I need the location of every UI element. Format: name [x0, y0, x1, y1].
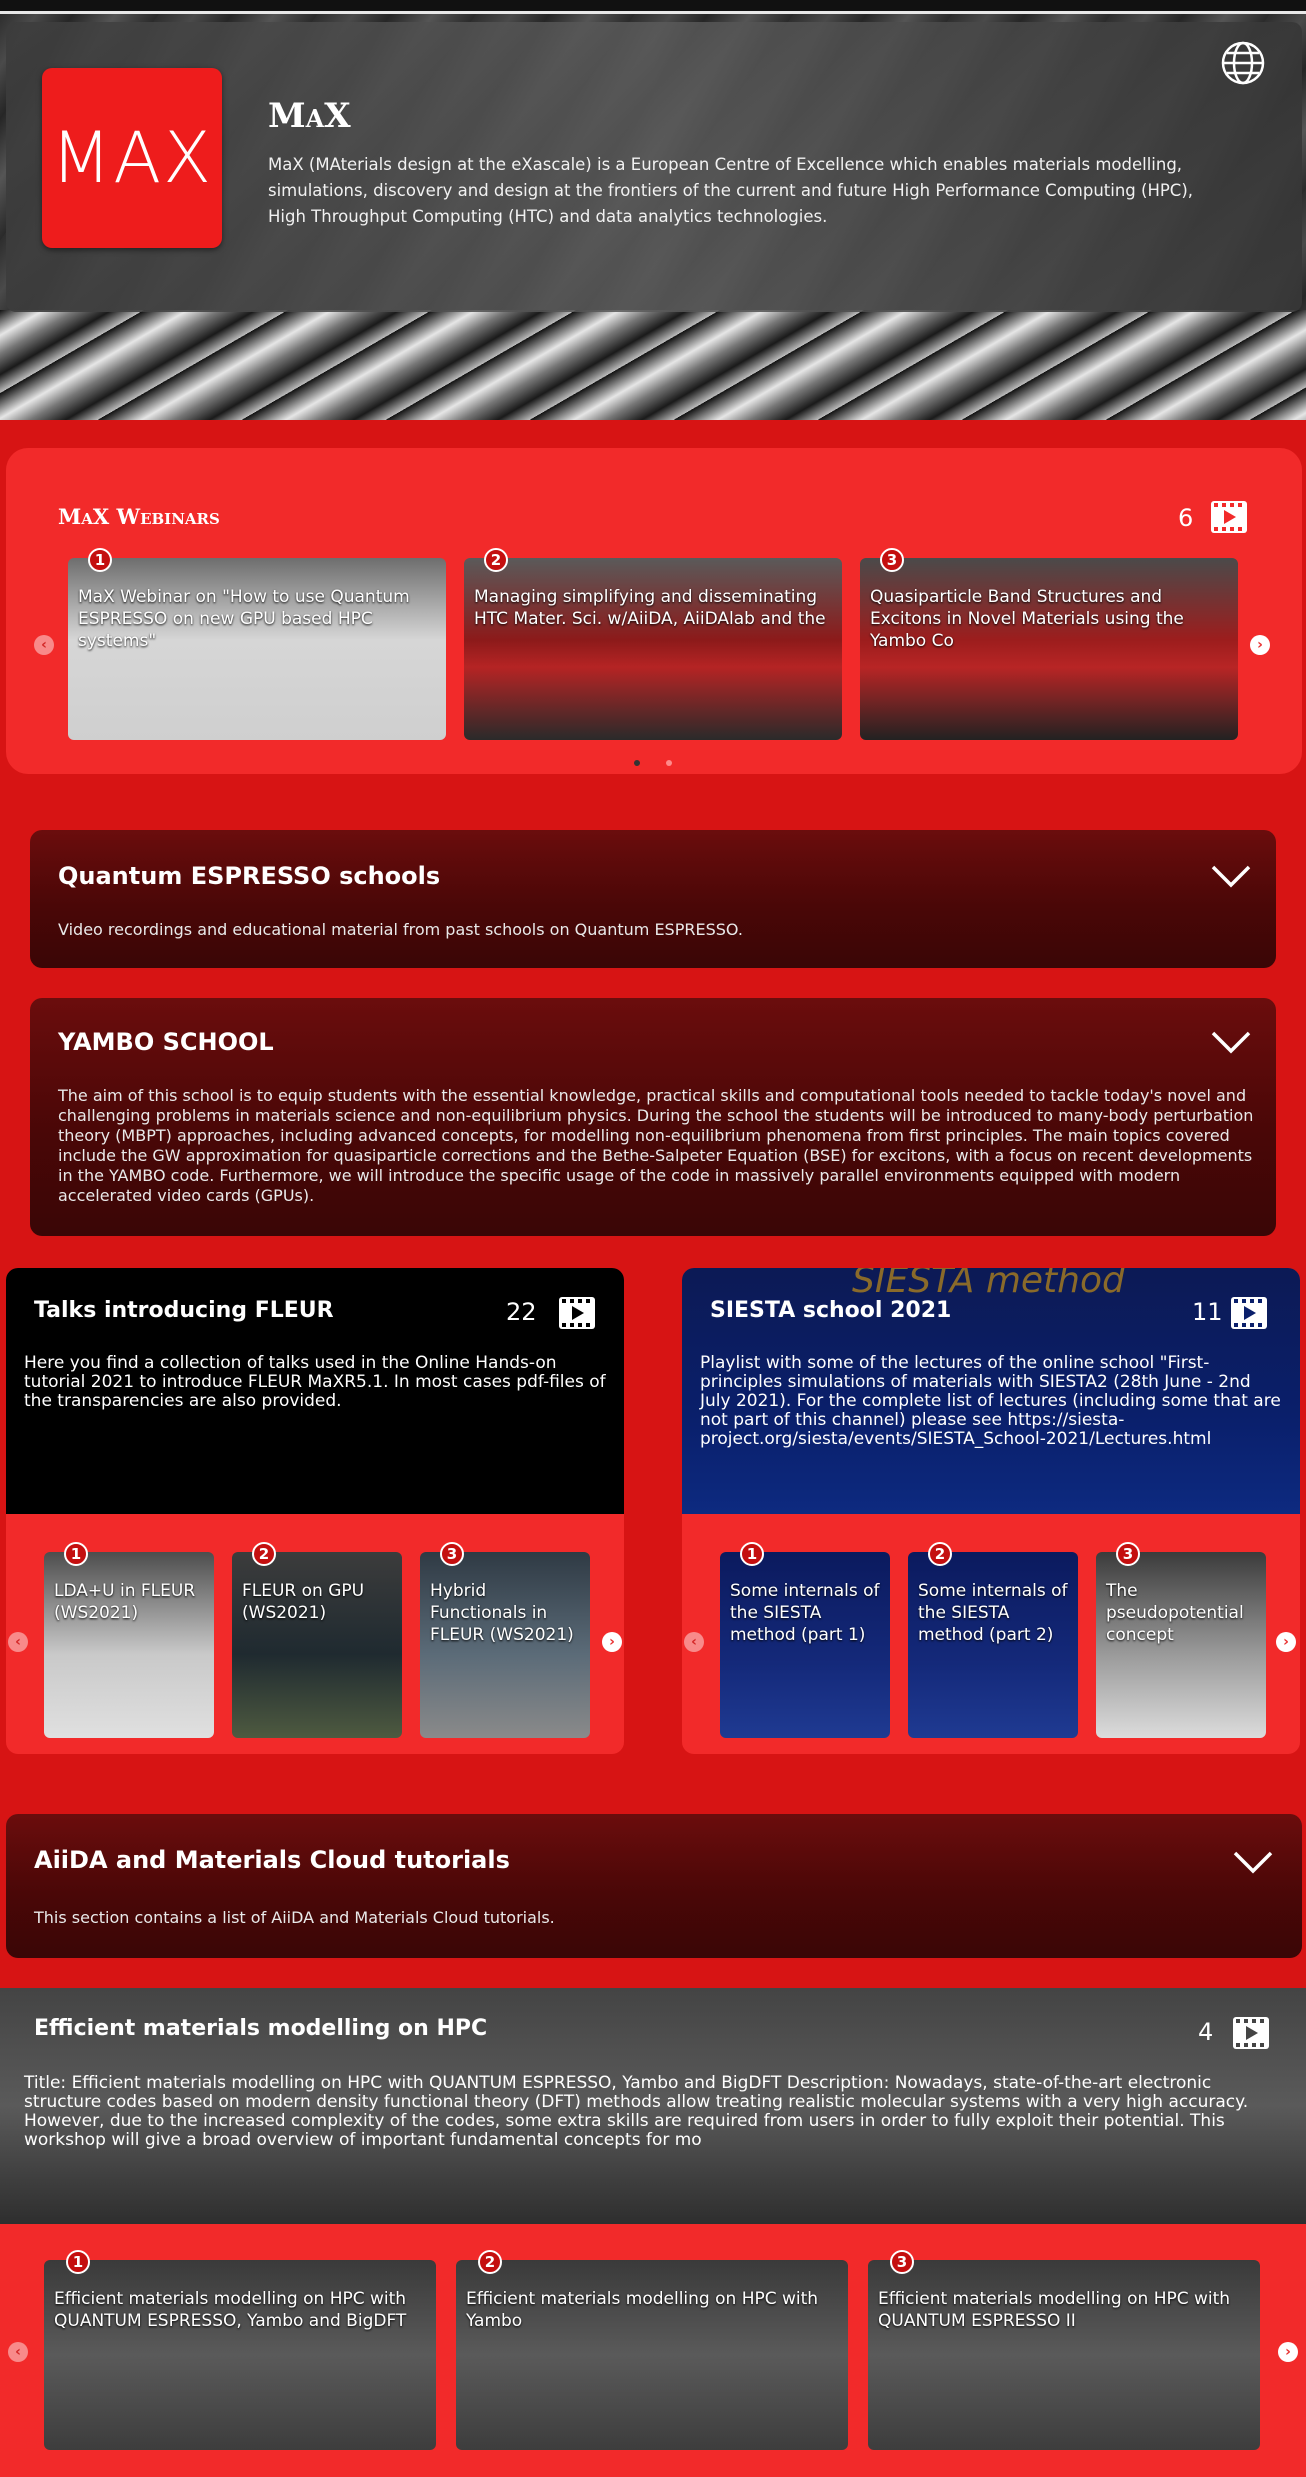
globe-icon[interactable] — [1220, 40, 1266, 86]
hpc-videos-carousel: ‹ › Efficient materials modelling on HPC… — [0, 2224, 1306, 2477]
channel-title: MaX — [268, 96, 351, 136]
chevron-down-icon[interactable] — [1210, 1030, 1252, 1054]
fleur-description: Here you find a collection of talks used… — [24, 1353, 606, 1411]
siesta-banner-text: SIESTA method — [852, 1268, 1125, 1301]
video-playlist-icon[interactable] — [1232, 2016, 1270, 2050]
carousel-prev-button[interactable]: ‹ — [8, 2342, 28, 2362]
channel-logo[interactable]: MAX — [42, 68, 222, 248]
video-index-badge: 2 — [252, 1542, 276, 1566]
video-card[interactable]: Efficient materials modelling on HPC wit… — [456, 2260, 848, 2450]
video-card[interactable]: Efficient materials modelling on HPC wit… — [868, 2260, 1260, 2450]
video-title: Efficient materials modelling on HPC wit… — [54, 2289, 407, 2331]
video-index-badge: 3 — [440, 1542, 464, 1566]
chevron-down-icon[interactable] — [1210, 864, 1252, 888]
carousel-next-button[interactable]: › — [1276, 1632, 1296, 1652]
video-title: The pseudopotential concept — [1106, 1581, 1244, 1645]
fleur-title: Talks introducing FLEUR — [34, 1298, 334, 1323]
video-title: Hybrid Functionals in FLEUR (WS2021) — [430, 1581, 574, 1645]
webinars-video-count: 6 — [1178, 504, 1194, 532]
top-bar — [0, 0, 1306, 14]
video-card[interactable]: FLEUR on GPU (WS2021) — [232, 1552, 402, 1738]
video-card[interactable]: Some internals of the SIESTA method (par… — [720, 1552, 890, 1738]
yambo-school-description: The aim of this school is to equip stude… — [58, 1086, 1254, 1205]
video-index-badge: 3 — [890, 2250, 914, 2274]
video-card[interactable]: Efficient materials modelling on HPC wit… — [44, 2260, 436, 2450]
siesta-section: SIESTA method SIESTA school 2021 11 Play… — [682, 1268, 1300, 1754]
video-index-badge: 1 — [66, 2250, 90, 2274]
channel-description: MaX (MAterials design at the eXascale) i… — [268, 155, 1194, 226]
video-card[interactable]: The pseudopotential concept — [1096, 1552, 1266, 1738]
carousel-next-button[interactable]: › — [1250, 635, 1270, 655]
qe-schools-description: Video recordings and educational materia… — [58, 920, 743, 939]
carousel-prev-button[interactable]: ‹ — [684, 1632, 704, 1652]
video-card[interactable]: MaX Webinar on "How to use Quantum ESPRE… — [68, 558, 446, 740]
logo-text: MAX — [50, 117, 214, 199]
video-index-badge: 1 — [88, 548, 112, 572]
video-title: Some internals of the SIESTA method (par… — [730, 1581, 880, 1645]
video-title: Efficient materials modelling on HPC wit… — [466, 2289, 819, 2331]
siesta-description: Playlist with some of the lectures of th… — [700, 1353, 1281, 1449]
video-index-badge: 1 — [64, 1542, 88, 1566]
hpc-video-count: 4 — [1198, 2018, 1214, 2046]
hpc-description: Title: Efficient materials modelling on … — [24, 2073, 1249, 2150]
video-playlist-icon[interactable] — [1210, 500, 1248, 534]
video-playlist-icon[interactable] — [558, 1296, 596, 1330]
carousel-prev-button[interactable]: ‹ — [8, 1632, 28, 1652]
carousel-page-dot[interactable] — [666, 760, 672, 766]
webinars-section: MaX Webinars 6 ‹ › MaX Webinar on "How t… — [6, 448, 1302, 774]
video-index-badge: 2 — [478, 2250, 502, 2274]
carousel-next-button[interactable]: › — [602, 1632, 622, 1652]
qe-schools-title: Quantum ESPRESSO schools — [58, 862, 441, 890]
siesta-video-count: 11 — [1192, 1298, 1223, 1326]
video-index-badge: 1 — [740, 1542, 764, 1566]
header-banner-image — [0, 310, 1306, 420]
video-index-badge: 3 — [1116, 1542, 1140, 1566]
chevron-down-icon[interactable] — [1232, 1850, 1274, 1874]
carousel-next-button[interactable]: › — [1278, 2342, 1298, 2362]
aiida-title: AiiDA and Materials Cloud tutorials — [34, 1846, 510, 1874]
video-title: Managing simplifying and disseminating H… — [474, 587, 826, 629]
carousel-prev-button[interactable]: ‹ — [34, 635, 54, 655]
yambo-school-title: YAMBO SCHOOL — [58, 1028, 274, 1056]
video-title: FLEUR on GPU (WS2021) — [242, 1581, 365, 1623]
video-card[interactable]: Managing simplifying and disseminating H… — [464, 558, 842, 740]
qe-schools-section[interactable]: Quantum ESPRESSO schools Video recording… — [30, 830, 1276, 968]
aiida-section[interactable]: AiiDA and Materials Cloud tutorials This… — [6, 1814, 1302, 1958]
video-title: Quasiparticle Band Structures and Excito… — [870, 587, 1184, 651]
yambo-school-section[interactable]: YAMBO SCHOOL The aim of this school is t… — [30, 998, 1276, 1236]
video-title: LDA+U in FLEUR (WS2021) — [54, 1581, 196, 1623]
video-card[interactable]: LDA+U in FLEUR (WS2021) — [44, 1552, 214, 1738]
hpc-title: Efficient materials modelling on HPC — [34, 2016, 488, 2041]
video-title: Efficient materials modelling on HPC wit… — [878, 2289, 1231, 2331]
video-title: Some internals of the SIESTA method (par… — [918, 1581, 1068, 1645]
video-index-badge: 2 — [484, 548, 508, 572]
siesta-title: SIESTA school 2021 — [710, 1298, 952, 1323]
carousel-page-dot-active[interactable] — [634, 760, 640, 766]
video-playlist-icon[interactable] — [1230, 1296, 1268, 1330]
video-card[interactable]: Hybrid Functionals in FLEUR (WS2021) — [420, 1552, 590, 1738]
fleur-video-count: 22 — [506, 1298, 537, 1326]
aiida-description: This section contains a list of AiiDA an… — [34, 1908, 555, 1927]
video-card[interactable]: Some internals of the SIESTA method (par… — [908, 1552, 1078, 1738]
video-index-badge: 3 — [880, 548, 904, 572]
webinars-title: MaX Webinars — [58, 504, 220, 529]
video-index-badge: 2 — [928, 1542, 952, 1566]
video-title: MaX Webinar on "How to use Quantum ESPRE… — [78, 587, 410, 651]
fleur-section: Talks introducing FLEUR 22 Here you find… — [6, 1268, 624, 1754]
video-card[interactable]: Quasiparticle Band Structures and Excito… — [860, 558, 1238, 740]
